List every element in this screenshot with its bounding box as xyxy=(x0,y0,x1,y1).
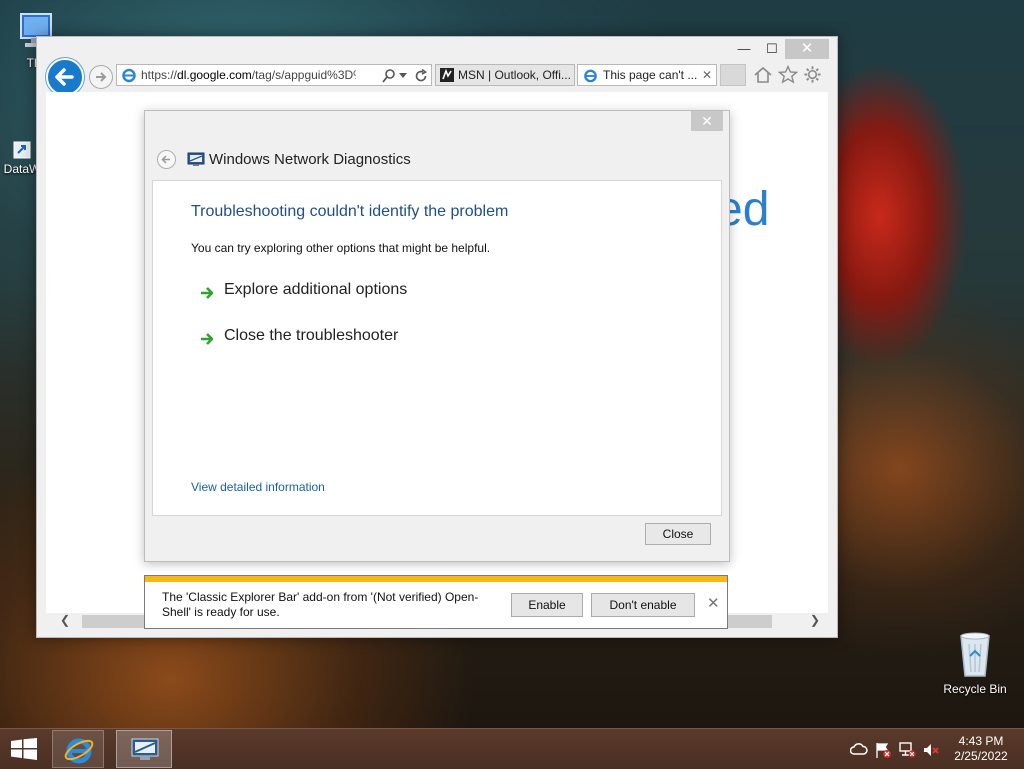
desktop-icon-label: Recycle Bin xyxy=(943,682,1007,696)
addon-notification-bar: The 'Classic Explorer Bar' add-on from '… xyxy=(144,575,728,629)
notification-close-icon[interactable]: ✕ xyxy=(707,594,720,612)
maximize-button[interactable]: ☐ xyxy=(759,39,785,59)
window-close-button[interactable]: ✕ xyxy=(785,39,829,59)
option-label: Explore additional options xyxy=(224,281,408,298)
onedrive-cloud-icon[interactable] xyxy=(850,741,868,757)
dialog-subtext: You can try exploring other options that… xyxy=(191,241,491,255)
scroll-left-icon[interactable]: ❮ xyxy=(60,613,70,627)
taskbar-clock[interactable]: 4:43 PM 2/25/2022 xyxy=(946,734,1016,764)
action-center-flag-icon[interactable] xyxy=(874,741,892,759)
notification-text: The 'Classic Explorer Bar' add-on from '… xyxy=(162,590,479,619)
view-detailed-information-link[interactable]: View detailed information xyxy=(191,480,325,494)
internet-explorer-icon xyxy=(64,738,94,764)
shortcut-icon xyxy=(13,141,31,159)
option-label: Close the troubleshooter xyxy=(224,327,399,344)
network-status-icon[interactable] xyxy=(898,741,916,759)
desktop-icon-recycle-bin[interactable]: Recycle Bin xyxy=(940,630,1010,696)
forward-button[interactable] xyxy=(89,65,113,89)
dialog-close-x-button[interactable]: ✕ xyxy=(691,111,723,131)
green-arrow-icon xyxy=(201,333,214,345)
home-icon[interactable] xyxy=(753,66,773,84)
windows-logo-icon xyxy=(11,738,37,760)
address-path: /tag/s/appguid%3D%7 xyxy=(251,68,356,82)
ie-page-icon xyxy=(122,68,136,83)
network-diagnostics-icon xyxy=(131,738,159,760)
forward-arrow-icon xyxy=(96,72,107,82)
address-bar[interactable]: https://dl.google.com/tag/s/appguid%3D%7 xyxy=(116,64,432,86)
clock-time: 4:43 PM xyxy=(958,734,1004,748)
taskbar-network-diagnostics[interactable] xyxy=(116,730,172,768)
dialog-heading: Troubleshooting couldn't identify the pr… xyxy=(191,203,509,220)
network-diagnostics-dialog: ✕ Windows Network Diagnostics Troublesho… xyxy=(144,110,730,562)
start-button[interactable] xyxy=(10,738,38,765)
gear-icon[interactable] xyxy=(803,65,822,84)
close-button[interactable]: Close xyxy=(645,523,711,545)
dialog-back-button[interactable] xyxy=(157,150,176,169)
new-tab-button[interactable] xyxy=(720,64,746,86)
back-button[interactable] xyxy=(46,58,84,96)
chevron-down-icon[interactable] xyxy=(398,72,408,80)
tab-page-error[interactable]: This page can't ... ✕ xyxy=(577,64,717,86)
enable-button[interactable]: Enable xyxy=(511,593,583,617)
recycle-bin-icon xyxy=(960,632,990,677)
taskbar-internet-explorer[interactable] xyxy=(52,730,104,768)
tab-label: MSN | Outlook, Offi... xyxy=(458,68,571,82)
back-arrow-icon xyxy=(161,155,170,164)
tab-label: This page can't ... xyxy=(603,68,698,82)
msn-icon xyxy=(440,68,454,82)
clock-date: 2/25/2022 xyxy=(954,749,1008,763)
dialog-body: Troubleshooting couldn't identify the pr… xyxy=(152,180,722,516)
tab-msn[interactable]: MSN | Outlook, Offi... xyxy=(435,64,575,86)
notification-stripe xyxy=(145,576,727,582)
volume-muted-icon[interactable] xyxy=(922,741,940,759)
green-arrow-icon xyxy=(201,287,214,299)
address-prefix: https:// xyxy=(141,68,178,82)
network-diagnostics-icon xyxy=(187,152,205,166)
favorites-star-icon[interactable] xyxy=(778,65,798,84)
scroll-right-icon[interactable]: ❯ xyxy=(810,613,820,627)
ie-page-icon xyxy=(584,69,597,83)
dialog-title: Windows Network Diagnostics xyxy=(209,151,411,168)
address-host: dl.google.com xyxy=(177,68,252,82)
desktop-icon-label: DataW xyxy=(3,162,41,176)
dont-enable-button[interactable]: Don't enable xyxy=(591,593,695,617)
taskbar: 4:43 PM 2/25/2022 xyxy=(0,728,1024,769)
refresh-icon[interactable] xyxy=(413,68,429,84)
search-icon[interactable] xyxy=(381,68,397,84)
minimize-button[interactable]: — xyxy=(731,39,757,59)
address-url[interactable]: https://dl.google.com/tag/s/appguid%3D%7 xyxy=(141,68,356,82)
back-arrow-icon xyxy=(55,68,74,86)
tab-close-icon[interactable]: ✕ xyxy=(702,65,712,85)
